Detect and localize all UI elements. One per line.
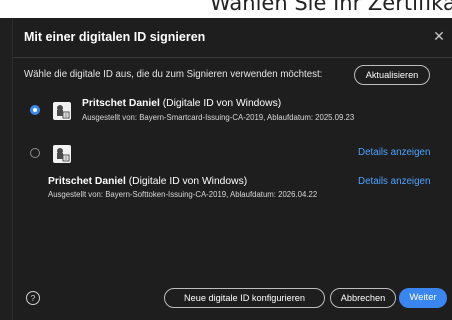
- next-button[interactable]: Weiter: [399, 288, 447, 308]
- details-link-3[interactable]: Details anzeigen: [358, 176, 430, 187]
- digital-id-radio-2[interactable]: [30, 148, 40, 158]
- certificate-icon: [53, 145, 71, 163]
- close-icon[interactable]: ✕: [429, 26, 449, 46]
- digital-id-type-3: (Digitale ID von Windows): [128, 176, 248, 187]
- digital-id-name-3[interactable]: Pritschet Daniel (Digitale ID von Window…: [48, 176, 247, 187]
- dialog-title: Mit einer digitalen ID signieren: [24, 30, 206, 44]
- digital-id-radio-1[interactable]: [30, 105, 40, 115]
- sign-with-digital-id-dialog: Mit einer digitalen ID signieren ✕ Wähle…: [12, 18, 452, 320]
- digital-id-holder-1: Pritschet Daniel: [82, 98, 160, 109]
- certificate-icon: [53, 102, 71, 120]
- cancel-button[interactable]: Abbrechen: [330, 288, 396, 308]
- digital-id-type-1: (Digitale ID von Windows): [162, 98, 282, 109]
- help-icon[interactable]: ?: [26, 291, 40, 305]
- instruction-text: Wähle die digitale ID aus, die du zum Si…: [24, 69, 323, 80]
- digital-id-name-1[interactable]: Pritschet Daniel (Digitale ID von Window…: [82, 98, 281, 109]
- dialog-titlebar: Mit einer digitalen ID signieren ✕: [13, 18, 452, 56]
- background-window: Wählen Sie Ihr Zertifikat aus und b: [0, 0, 452, 18]
- background-window-text: Wählen Sie Ihr Zertifikat aus und b: [210, 0, 452, 15]
- refresh-button[interactable]: Aktualisieren: [354, 65, 430, 85]
- digital-id-holder-3: Pritschet Daniel: [48, 176, 126, 187]
- title-divider: [13, 57, 452, 58]
- details-link-2[interactable]: Details anzeigen: [358, 147, 430, 158]
- digital-id-issuer-3: Ausgestellt von: Bayern-Softtoken-Issuin…: [48, 190, 318, 199]
- digital-id-issuer-1: Ausgestellt von: Bayern-Smartcard-Issuin…: [82, 113, 355, 122]
- configure-new-id-button[interactable]: Neue digitale ID konfigurieren: [164, 288, 325, 308]
